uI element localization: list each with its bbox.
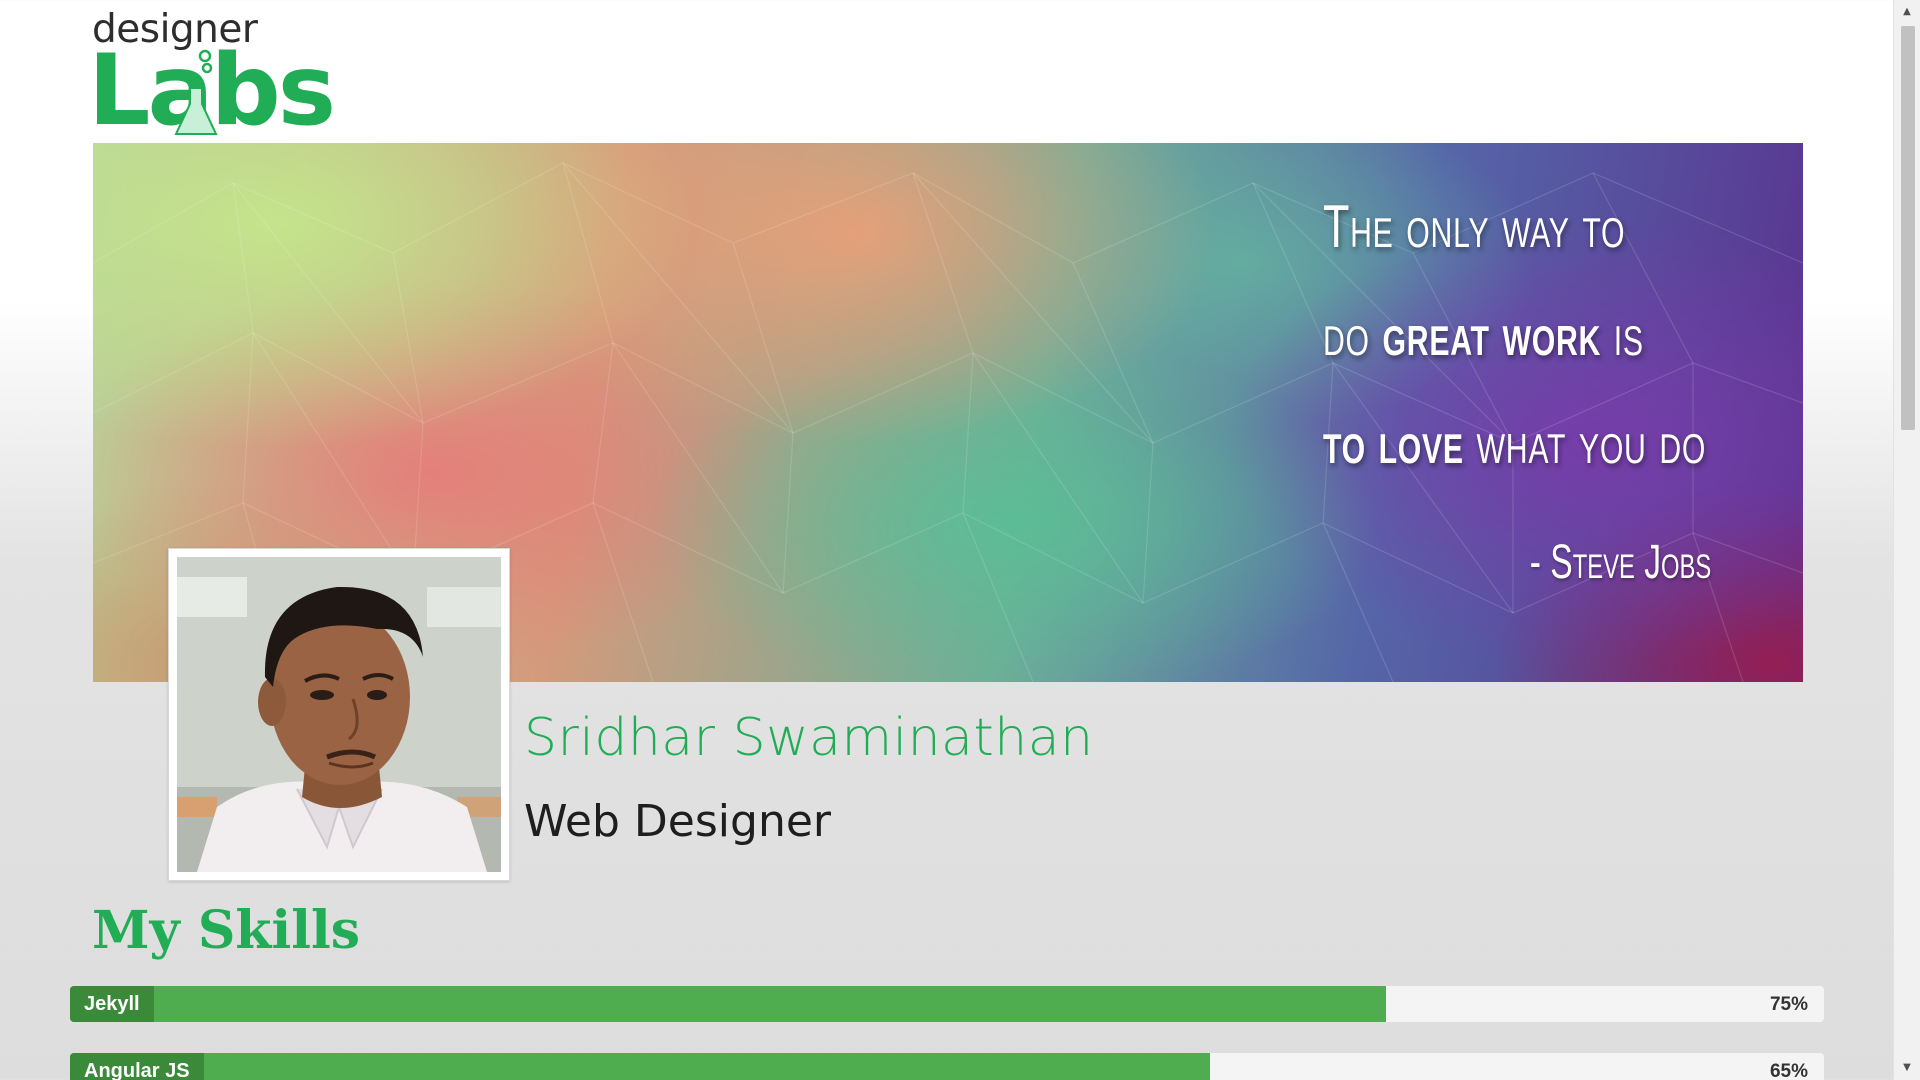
skill-fill [70, 1053, 1211, 1080]
quote-text: do [1323, 301, 1383, 368]
scroll-thumb[interactable] [1901, 26, 1915, 430]
quote-text: what you do [1463, 409, 1707, 476]
profile-photo-frame [168, 548, 510, 881]
quote-emphasis: to love [1323, 409, 1464, 476]
portrait-illustration [177, 557, 501, 872]
profile-role: Web Designer [524, 796, 831, 847]
quote-line: to love what you do [1323, 389, 1705, 497]
profile-name: Sridhar Swaminathan [524, 708, 1094, 768]
vertical-scrollbar[interactable]: ▲ ▼ [1893, 0, 1920, 1080]
site-logo[interactable]: designer Labs [88, 10, 336, 140]
skills-heading: My Skills [92, 900, 360, 961]
quote-text: is [1601, 301, 1644, 368]
skill-bar-jekyll: Jekyll 75% [70, 986, 1824, 1022]
quote-author: - Steve Jobs [1529, 536, 1711, 589]
flask-icon [174, 49, 218, 135]
profile-photo [177, 557, 501, 872]
skill-percent: 75% [1769, 994, 1808, 1015]
skill-label: Angular JS [70, 1053, 204, 1080]
skill-percent: 65% [1769, 1061, 1808, 1080]
quote-line: The only way to [1323, 173, 1654, 281]
scroll-down-arrow-icon[interactable]: ▼ [1894, 1056, 1920, 1080]
skill-fill [70, 986, 1386, 1022]
scroll-up-arrow-icon[interactable]: ▲ [1894, 0, 1920, 24]
skill-label: Jekyll [70, 986, 154, 1022]
quote-block: The only way to do great work is to love w… [1323, 173, 1783, 497]
quote-text: The only way to [1323, 193, 1626, 260]
quote-line: do great work is [1323, 281, 1654, 389]
quote-emphasis: great work [1382, 301, 1602, 368]
skill-bar-angular-js: Angular JS 65% [70, 1053, 1824, 1080]
